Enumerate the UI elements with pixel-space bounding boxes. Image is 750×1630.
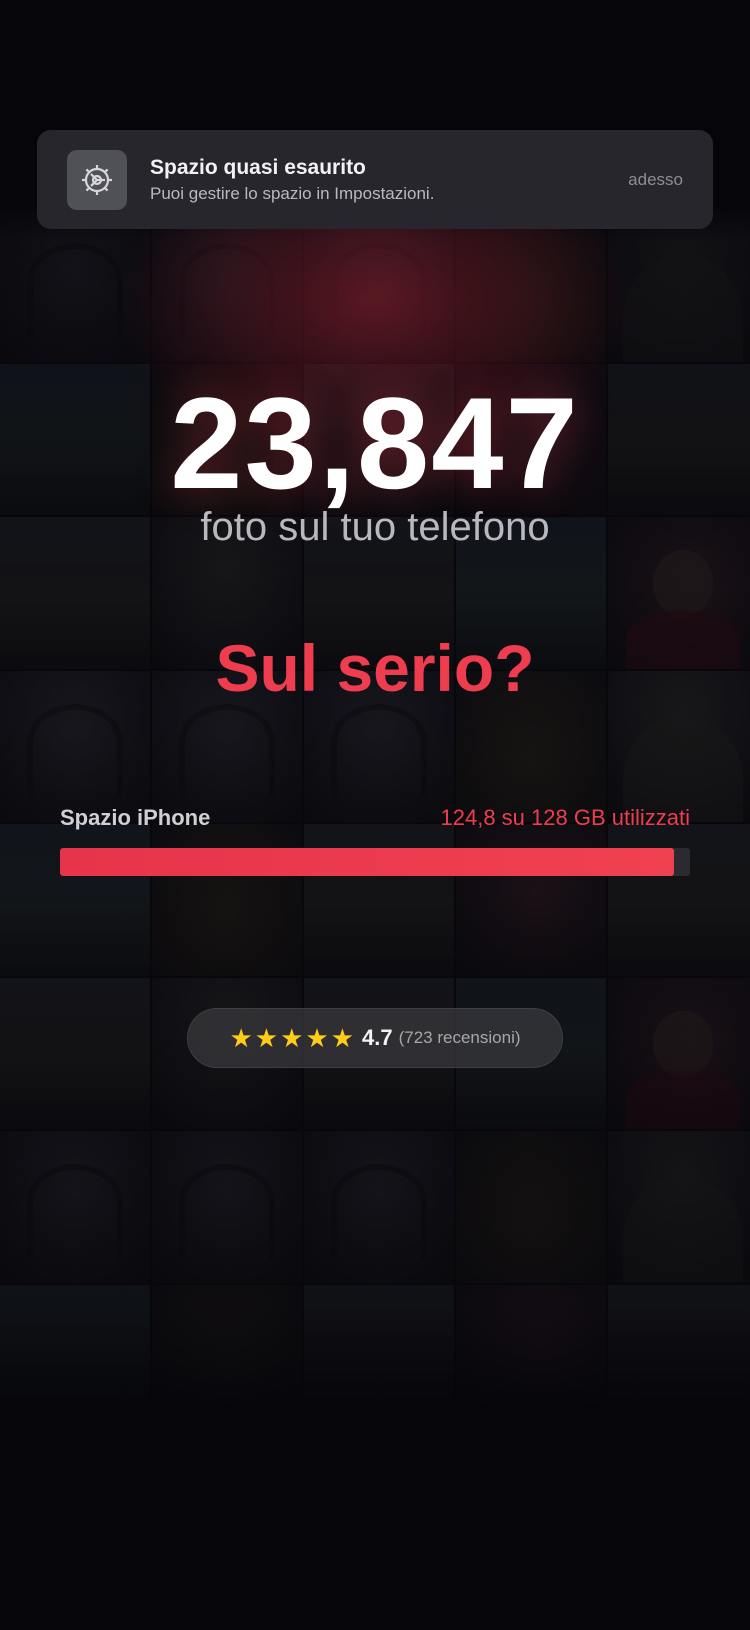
rating-score: 4.7 [362,1025,393,1050]
notification-body: Puoi gestire lo spazio in Impostazioni. [150,183,435,203]
notification-banner[interactable]: Spazio quasi esaurito Puoi gestire lo sp… [37,130,713,229]
notification-text: Spazio quasi esaurito Puoi gestire lo sp… [150,156,628,204]
photo-count-subtitle: foto sul tuo telefono [200,505,550,549]
notification-title: Spazio quasi esaurito [150,155,366,179]
storage-value: 124,8 su 128 GB utilizzati [440,805,690,830]
app-screen: Spazio quasi esaurito Puoi gestire lo sp… [0,0,750,1630]
storage-bar-fill [60,848,675,876]
notification-time: adesso [628,169,683,189]
rating-badge: ★★★★★ 4.7 (723 recensioni) [187,1008,563,1068]
headline: Sul serio? [215,631,535,705]
storage-bar [60,848,690,876]
gear-icon [67,149,127,210]
photo-count: 23,847 [170,370,580,516]
star-rating-icon: ★★★★★ [229,1022,357,1053]
storage-label: Spazio iPhone [60,805,211,830]
rating-count: (723 recensioni) [398,1028,521,1047]
